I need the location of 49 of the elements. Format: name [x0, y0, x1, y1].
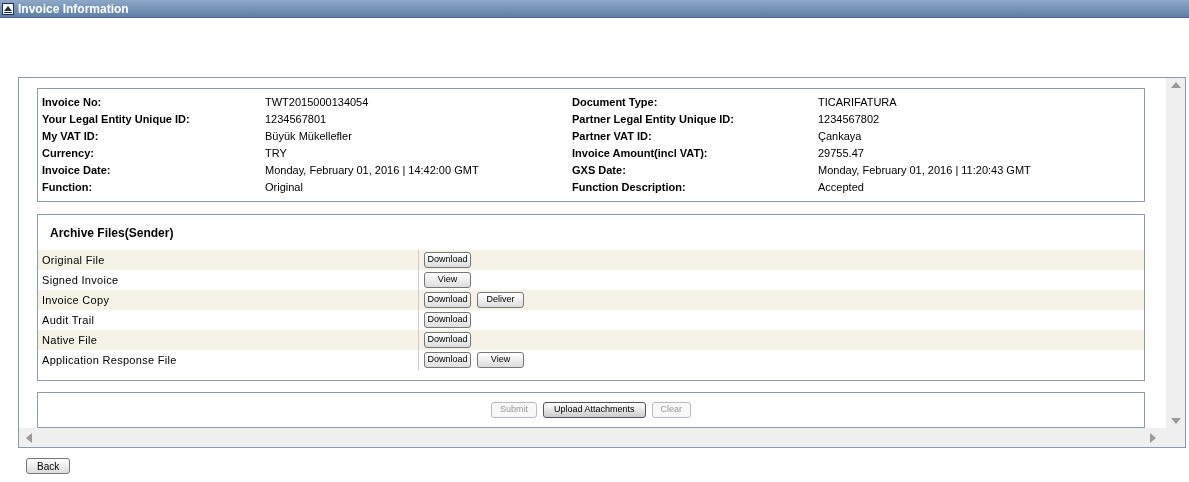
field-value: 29755.47 [818, 146, 864, 162]
vertical-scrollbar[interactable] [1166, 78, 1185, 428]
field-label: Currency: [42, 146, 95, 162]
file-name: Application Response File [41, 352, 178, 368]
field-label: Invoice Date: [42, 163, 112, 179]
section-title: Archive Files(Sender) [49, 225, 175, 242]
action-button[interactable]: Upload Attachments [542, 402, 646, 418]
file-action-button[interactable]: Download [424, 332, 471, 348]
field-value: TWT2015000134054 [265, 95, 370, 111]
field-value: Monday, February 01, 2016 | 11:20:43 GMT [818, 163, 1031, 179]
file-action-button[interactable]: View [424, 272, 471, 288]
field-value: Monday, February 01, 2016 | 14:42:00 GMT [265, 163, 480, 179]
file-name: Invoice Copy [41, 292, 111, 308]
field-value: TRY [265, 146, 288, 162]
file-name: Native File [41, 332, 99, 348]
field-label: My VAT ID: [42, 129, 100, 145]
file-action-button[interactable]: Deliver [477, 292, 524, 308]
file-action-button[interactable]: Download [424, 292, 471, 308]
field-value: Original [265, 180, 304, 196]
field-label: Partner Legal Entity Unique ID: [572, 112, 735, 128]
scroll-right-icon[interactable] [1150, 432, 1156, 443]
field-label: Function: [42, 180, 94, 196]
field-value: Çankaya [818, 129, 862, 145]
field-label: Function Description: [572, 180, 687, 196]
file-name: Original File [41, 252, 106, 268]
collapse-icon[interactable] [2, 2, 14, 15]
horizontal-scrollbar[interactable] [19, 428, 1185, 447]
scroll-up-icon[interactable] [1170, 82, 1181, 88]
field-label: Partner VAT ID: [572, 129, 653, 145]
file-name: Signed Invoice [41, 272, 120, 288]
field-label: GXS Date: [572, 163, 627, 179]
file-name: Audit Trail [41, 312, 96, 328]
field-value: Büyük Mükellefler [265, 129, 353, 145]
field-value: Accepted [818, 180, 864, 196]
field-value: 1234567801 [265, 112, 328, 128]
scroll-left-icon[interactable] [26, 432, 32, 443]
file-action-button[interactable]: View [477, 352, 524, 368]
window-title: Invoice Information [18, 0, 129, 18]
field-label: Invoice No: [42, 95, 103, 111]
scroll-down-icon[interactable] [1170, 418, 1181, 424]
field-label: Document Type: [572, 95, 659, 111]
file-action-button[interactable]: Download [424, 252, 471, 268]
field-label: Your Legal Entity Unique ID: [42, 112, 191, 128]
back-button[interactable]: Back [26, 458, 71, 474]
field-value: TICARIFATURA [818, 95, 897, 111]
file-action-button[interactable]: Download [424, 312, 471, 328]
file-action-button[interactable]: Download [424, 352, 471, 368]
field-value: 1234567802 [818, 112, 880, 128]
field-label: Invoice Amount(incl VAT): [572, 146, 709, 162]
